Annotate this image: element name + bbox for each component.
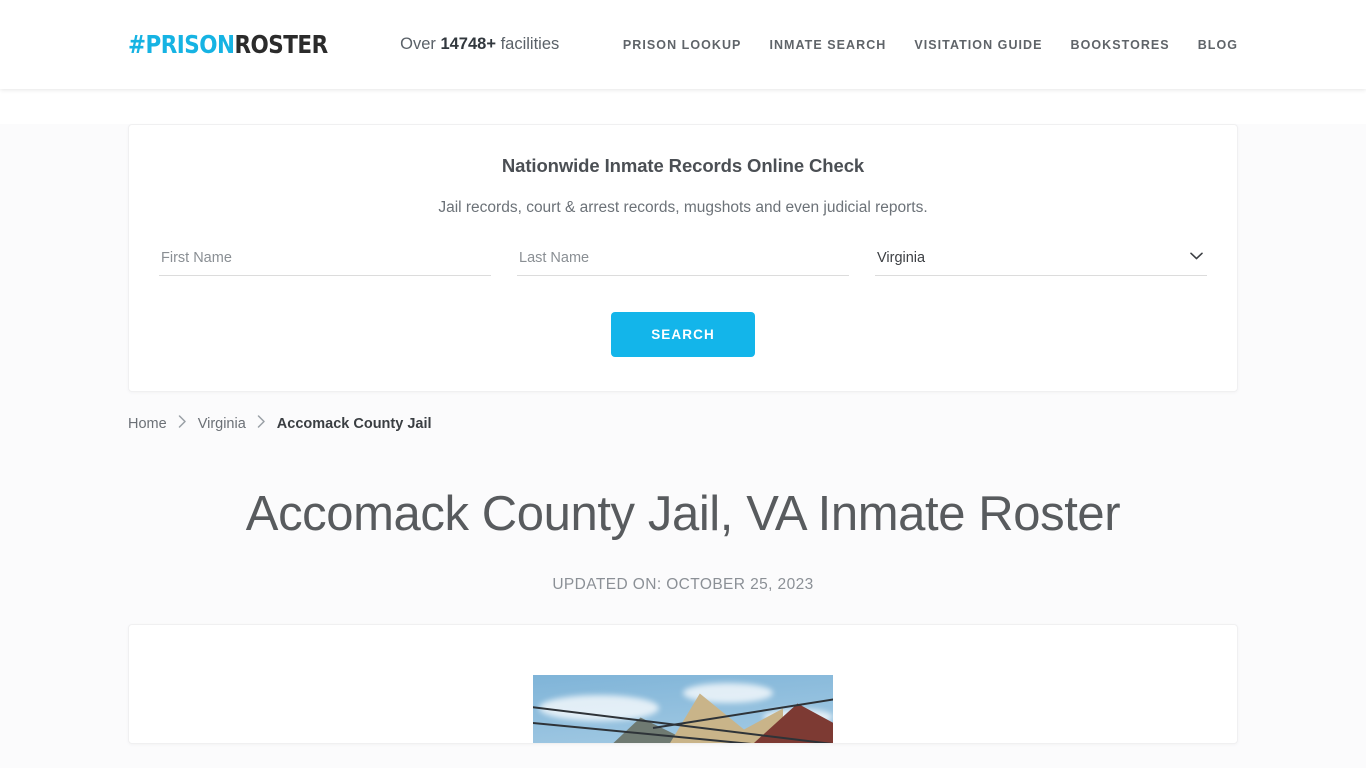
inmate-search-card: Nationwide Inmate Records Online Check J…	[128, 124, 1238, 393]
facility-photo-card	[128, 624, 1238, 745]
first-name-input[interactable]	[159, 246, 491, 277]
search-card-subtitle: Jail records, court & arrest records, mu…	[438, 198, 928, 216]
chevron-right-icon	[178, 415, 187, 431]
main-navigation: PRISON LOOKUP INMATE SEARCH VISITATION G…	[609, 28, 1238, 62]
facilities-number: 14748+	[440, 35, 496, 53]
facilities-prefix: Over	[400, 35, 441, 53]
first-name-field-wrap	[159, 246, 491, 277]
breadcrumb-state[interactable]: Virginia	[198, 416, 246, 432]
logo-text-roster: ROSTER	[234, 30, 328, 59]
nav-prison-lookup[interactable]: PRISON LOOKUP	[609, 28, 756, 62]
search-button[interactable]: SEARCH	[611, 312, 755, 358]
state-select[interactable]: AlabamaAlaskaArizonaArkansasCaliforniaVi…	[875, 246, 1207, 277]
facilities-suffix: facilities	[495, 35, 560, 53]
state-field-wrap: AlabamaAlaskaArizonaArkansasCaliforniaVi…	[875, 246, 1207, 277]
updated-on-label: UPDATED ON: OCTOBER 25, 2023	[552, 576, 814, 594]
nav-blog[interactable]: BLOG	[1184, 28, 1238, 62]
header-inner: #PRISONROSTER Over 14748+ facilities PRI…	[128, 0, 1238, 89]
breadcrumb: Home Virginia Accomack County Jail	[128, 415, 1238, 433]
page-title: Accomack County Jail, VA Inmate Roster	[245, 487, 1121, 542]
chevron-right-icon	[257, 415, 266, 431]
site-logo[interactable]: #PRISONROSTER	[128, 30, 328, 59]
search-form-row: AlabamaAlaskaArizonaArkansasCaliforniaVi…	[159, 246, 1207, 277]
content-container: Nationwide Inmate Records Online Check J…	[128, 124, 1238, 745]
site-header: #PRISONROSTER Over 14748+ facilities PRI…	[0, 0, 1366, 89]
last-name-field-wrap	[517, 246, 849, 277]
facilities-count-text: Over 14748+ facilities	[400, 35, 559, 54]
nav-bookstores[interactable]: BOOKSTORES	[1057, 28, 1184, 62]
last-name-input[interactable]	[517, 246, 849, 277]
breadcrumb-home[interactable]: Home	[128, 416, 167, 432]
nav-inmate-search[interactable]: INMATE SEARCH	[755, 28, 900, 62]
search-button-row: SEARCH	[159, 312, 1207, 358]
page-body: Nationwide Inmate Records Online Check J…	[0, 124, 1366, 768]
breadcrumb-current: Accomack County Jail	[276, 416, 432, 433]
search-card-title: Nationwide Inmate Records Online Check	[501, 155, 865, 176]
logo-text-prison: #PRISON	[128, 30, 235, 59]
facility-photo	[533, 675, 833, 744]
nav-visitation-guide[interactable]: VISITATION GUIDE	[900, 28, 1056, 62]
